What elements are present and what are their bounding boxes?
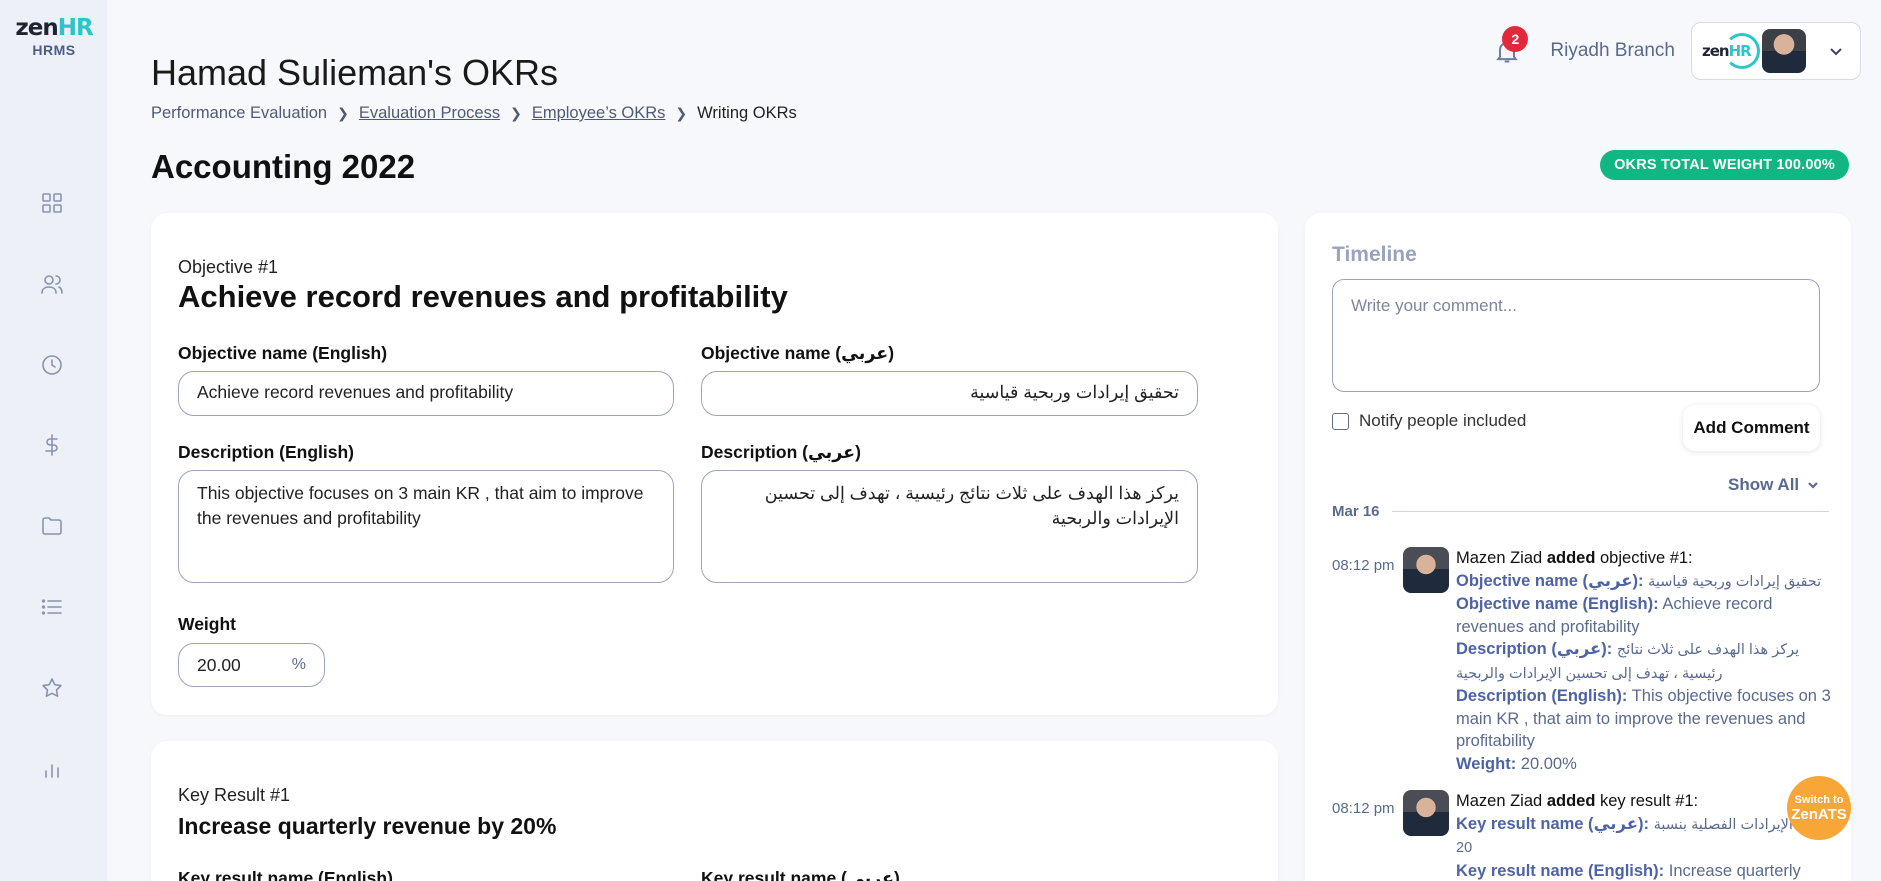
chevron-right-icon: ❯ [675, 105, 688, 121]
bar-chart-icon[interactable] [38, 755, 66, 783]
notifications-button[interactable]: 2 [1490, 26, 1529, 68]
weight-input[interactable]: 20.00 % [178, 643, 325, 687]
notify-checkbox-row[interactable]: Notify people included [1332, 411, 1526, 431]
objective-name-en-input[interactable]: Achieve record revenues and profitabilit… [178, 371, 674, 416]
show-all-button[interactable]: Show All [1728, 475, 1819, 495]
weight-value: 20.00 [197, 654, 241, 675]
folder-icon[interactable] [38, 512, 66, 540]
objective-title: Achieve record revenues and profitabilit… [178, 279, 788, 314]
breadcrumb-writing-okrs: Writing OKRs [697, 104, 797, 122]
description-en-label: Description (English) [178, 442, 354, 462]
people-icon[interactable] [38, 270, 66, 298]
section-title: Accounting 2022 [151, 148, 416, 185]
add-comment-button[interactable]: Add Comment [1683, 405, 1820, 451]
notification-count-badge: 2 [1502, 26, 1529, 52]
logo-subtitle: HRMS [32, 42, 76, 58]
chevron-down-icon [1808, 482, 1818, 489]
percent-unit: % [291, 656, 306, 673]
timeline-title: Timeline [1332, 243, 1417, 266]
chevron-right-icon: ❯ [337, 105, 349, 121]
timeline-date: Mar 16 [1332, 503, 1380, 520]
objective-name-en-label: Objective name (English) [178, 343, 388, 363]
objective-name-ar-label: Objective name (عربي) [701, 343, 895, 363]
clock-icon[interactable] [38, 351, 66, 379]
entry-time: 08:12 pm [1332, 557, 1395, 574]
dashboard-icon[interactable] [38, 189, 66, 217]
objective-name-ar-input[interactable]: تحقيق إيرادات وربحية قياسية [701, 371, 1198, 416]
chevron-right-icon: ❯ [510, 105, 522, 121]
key-result-number: Key Result #1 [178, 785, 291, 805]
zenhr-logo[interactable]: zenHR HRMS [12, 16, 96, 58]
entry-time: 08:12 pm [1332, 800, 1395, 817]
notify-checkbox[interactable] [1332, 412, 1349, 430]
breadcrumb-evaluation-process[interactable]: Evaluation Process [359, 104, 500, 123]
page-title: Hamad Sulieman's OKRs [151, 52, 559, 93]
timeline-entry: 08:12 pm Mazen Ziad added objective #1: … [1332, 547, 1831, 773]
notify-label: Notify people included [1359, 411, 1527, 430]
list-icon[interactable] [38, 593, 66, 621]
breadcrumb-employees-okrs[interactable]: Employee’s OKRs [532, 104, 666, 123]
timeline-panel: Timeline Write your comment... Notify pe… [1305, 213, 1851, 881]
branch-name[interactable]: Riyadh Branch [1550, 40, 1675, 62]
company-logo: zenHR [1702, 33, 1760, 69]
description-en-textarea[interactable]: This objective focuses on 3 main KR , th… [178, 470, 674, 583]
switch-to-zenats-button[interactable]: Switch to ZenATS [1787, 776, 1851, 840]
user-avatar [1762, 29, 1806, 73]
weight-label: Weight [178, 614, 237, 634]
avatar [1403, 547, 1449, 593]
breadcrumb-performance-evaluation: Performance Evaluation [151, 104, 328, 122]
description-ar-label: Description (عربي) [701, 442, 861, 462]
key-result-card: Key Result #1 Increase quarterly revenue… [151, 741, 1278, 881]
account-menu[interactable]: zenHR [1691, 22, 1861, 80]
key-result-title: Increase quarterly revenue by 20% [178, 813, 557, 839]
timeline-entry: 08:12 pm Mazen Ziad added key result #1:… [1332, 790, 1827, 880]
total-weight-badge: OKRS TOTAL WEIGHT 100.00% [1600, 150, 1849, 180]
comment-input[interactable]: Write your comment... [1332, 279, 1820, 392]
breadcrumb: Performance Evaluation ❯ Evaluation Proc… [151, 104, 797, 123]
description-ar-textarea[interactable]: يركز هذا الهدف على ثلاث نتائج رئيسية ، ت… [701, 470, 1198, 583]
chevron-down-icon [1828, 43, 1844, 59]
dollar-icon[interactable] [38, 431, 66, 459]
key-result-name-en-label: Key result name (English) [178, 868, 393, 881]
star-icon[interactable] [38, 674, 66, 702]
timeline-date-divider: Mar 16 [1332, 503, 1829, 520]
objective-number: Objective #1 [178, 257, 279, 277]
sidebar: zenHR HRMS [0, 0, 107, 881]
key-result-name-ar-label: Key result name (عربي) [701, 868, 900, 881]
avatar [1403, 790, 1449, 836]
objective-card: Objective #1 Achieve record revenues and… [151, 213, 1278, 715]
header-actions: 2 Riyadh Branch zenHR [1490, 22, 1861, 80]
